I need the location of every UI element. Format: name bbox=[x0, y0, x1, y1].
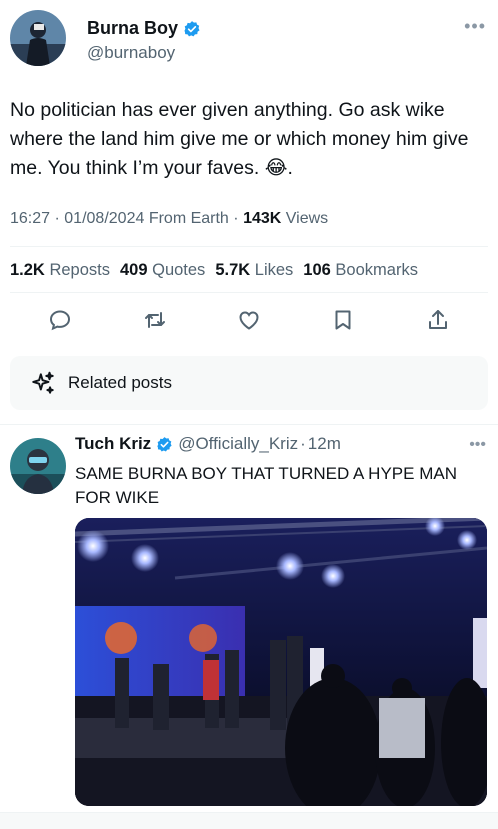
reposts-stat[interactable]: 1.2K Reposts bbox=[10, 261, 110, 280]
likes-label: Likes bbox=[254, 261, 294, 279]
tweet-meta: 16:27 · 01/08/2024 From Earth · 143K Vie… bbox=[10, 210, 328, 228]
reply-text: SAME BURNA BOY THAT TURNED A HYPE MAN FO… bbox=[75, 464, 457, 507]
tweet-source: From Earth bbox=[148, 210, 229, 227]
meta-separator: · bbox=[233, 210, 244, 227]
views-label: Views bbox=[285, 210, 329, 227]
reply-author-handle[interactable]: @Officially_Kriz bbox=[178, 434, 298, 454]
views-count: 143K bbox=[243, 210, 282, 227]
tweet-time[interactable]: 16:27 bbox=[10, 210, 50, 227]
stage-photo bbox=[75, 518, 487, 806]
share-button[interactable] bbox=[423, 305, 453, 335]
sparkles-icon bbox=[32, 371, 54, 394]
more-options-icon[interactable]: ••• bbox=[464, 16, 486, 37]
author-avatar[interactable] bbox=[10, 10, 66, 66]
tweet-date[interactable]: 01/08/2024 bbox=[64, 210, 144, 227]
divider bbox=[10, 246, 488, 247]
reply-time[interactable]: 12m bbox=[308, 434, 341, 454]
divider bbox=[0, 424, 498, 425]
bookmarks-count: 106 bbox=[303, 261, 331, 279]
reply-author-avatar[interactable] bbox=[10, 438, 66, 494]
repost-button[interactable] bbox=[140, 305, 170, 335]
bookmark-button[interactable] bbox=[328, 305, 358, 335]
quotes-count: 409 bbox=[119, 261, 148, 279]
verified-badge-icon bbox=[157, 436, 172, 451]
author-handle[interactable]: @burnaboy bbox=[87, 43, 175, 63]
quotes-stat[interactable]: 409 Quotes bbox=[120, 261, 205, 280]
share-icon bbox=[429, 310, 447, 329]
meta-separator: · bbox=[54, 210, 65, 227]
bookmarks-label: Bookmarks bbox=[335, 261, 418, 279]
quotes-label: Quotes bbox=[152, 261, 206, 279]
likes-count: 5.7K bbox=[215, 261, 251, 279]
meta-separator: · bbox=[300, 434, 306, 453]
likes-stat[interactable]: 5.7K Likes bbox=[215, 261, 293, 280]
reply-icon bbox=[49, 310, 71, 331]
repost-icon bbox=[145, 312, 165, 328]
reply-more-options-icon[interactable]: ••• bbox=[469, 436, 486, 454]
related-posts-panel[interactable]: Related posts bbox=[10, 356, 488, 410]
tweet-text: No politician has ever given anything. G… bbox=[10, 99, 469, 179]
tweet-header: Burna Boy @burnaboy ••• bbox=[10, 10, 488, 70]
related-posts-label: Related posts bbox=[68, 373, 172, 392]
reposts-count: 1.2K bbox=[10, 261, 45, 279]
reply-header: Tuch Kriz @Officially_Kriz · 12m bbox=[75, 434, 341, 454]
like-button[interactable] bbox=[234, 305, 264, 335]
author-name-text[interactable]: Burna Boy bbox=[87, 18, 178, 39]
bottom-panel bbox=[0, 812, 498, 829]
verified-badge-icon bbox=[184, 20, 200, 36]
like-icon bbox=[239, 311, 259, 330]
bookmark-icon bbox=[335, 310, 351, 330]
bookmarks-stat[interactable]: 106 Bookmarks bbox=[303, 261, 418, 280]
reply-author-name[interactable]: Tuch Kriz bbox=[75, 434, 151, 454]
reply-button[interactable] bbox=[45, 305, 75, 335]
reply-media-image[interactable] bbox=[75, 518, 487, 806]
author-name[interactable]: Burna Boy bbox=[87, 18, 201, 39]
tweet-stats: 1.2K Reposts 409 Quotes 5.7K Likes 106 B… bbox=[10, 261, 418, 280]
action-bar bbox=[0, 305, 498, 339]
reposts-label: Reposts bbox=[49, 261, 110, 279]
divider bbox=[10, 292, 488, 293]
